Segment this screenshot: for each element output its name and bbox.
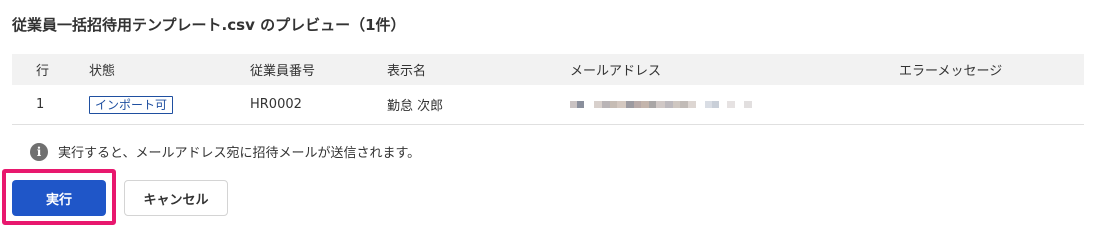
column-header-error-message: エラーメッセージ bbox=[899, 64, 1003, 79]
column-header-status: 状態 bbox=[89, 64, 116, 79]
email-redacted-mosaic bbox=[570, 100, 752, 110]
run-button[interactable]: 実行 bbox=[12, 180, 106, 216]
display-name-cell: 勤怠 次郎 bbox=[387, 99, 444, 114]
status-badge: インポート可 bbox=[89, 95, 174, 114]
send-notice: i 実行すると、メールアドレス宛に招待メールが送信されます。 bbox=[30, 142, 420, 161]
email-cell bbox=[570, 85, 752, 124]
notice-text: 実行すると、メールアドレス宛に招待メールが送信されます。 bbox=[58, 146, 421, 161]
cancel-button[interactable]: キャンセル bbox=[124, 180, 228, 216]
column-header-email: メールアドレス bbox=[570, 64, 662, 79]
table-row: 1 インポート可 HR0002 勤怠 次郎 bbox=[12, 85, 1084, 125]
preview-table: 行 状態 従業員番号 表示名 メールアドレス エラーメッセージ 1 インポート可… bbox=[12, 54, 1084, 125]
row-no-cell: 1 bbox=[36, 97, 45, 112]
column-header-row-no: 行 bbox=[36, 64, 50, 79]
status-cell: インポート可 bbox=[89, 85, 174, 124]
table-header: 行 状態 従業員番号 表示名 メールアドレス エラーメッセージ bbox=[12, 54, 1084, 85]
column-header-display-name: 表示名 bbox=[387, 64, 427, 79]
dialog-title: 従業員一括招待用テンプレート.csv のプレビュー（1件） bbox=[12, 16, 406, 34]
column-header-employee-no: 従業員番号 bbox=[250, 64, 316, 79]
csv-preview-dialog: 従業員一括招待用テンプレート.csv のプレビュー（1件） 行 状態 従業員番号… bbox=[0, 0, 1095, 228]
info-icon: i bbox=[30, 142, 48, 161]
employee-no-cell: HR0002 bbox=[250, 97, 302, 112]
